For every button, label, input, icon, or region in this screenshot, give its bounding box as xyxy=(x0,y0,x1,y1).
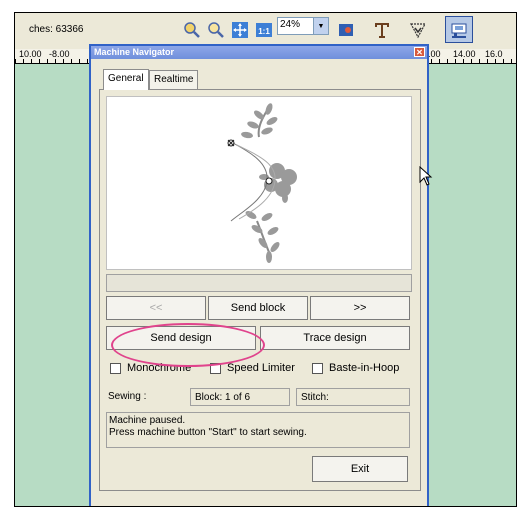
exit-button[interactable]: Exit xyxy=(312,456,408,482)
status-line: Press machine button "Start" to start se… xyxy=(109,427,307,438)
ruler-label: 14.00 xyxy=(453,49,476,59)
machine-status-text: Machine paused. Press machine button "St… xyxy=(106,412,410,448)
send-block-button[interactable]: Send block xyxy=(208,296,308,320)
svg-text:1:1: 1:1 xyxy=(258,27,270,36)
chevron-down-icon[interactable]: ▼ xyxy=(313,18,328,34)
block-field: Block: 1 of 6 xyxy=(190,388,290,406)
annotation-highlight-ellipse xyxy=(111,323,265,367)
mouse-cursor-icon xyxy=(419,166,433,186)
checkbox-box[interactable] xyxy=(312,362,323,374)
tab-general[interactable]: General xyxy=(103,69,149,90)
actual-size-icon[interactable]: 1:1 xyxy=(253,19,275,41)
application-window: ches: 63366 1:1 24% ▼ 10.00 -8.00 2.00 1… xyxy=(14,12,517,507)
dialog-title: Machine Navigator xyxy=(94,47,175,57)
sewing-machine-icon[interactable] xyxy=(445,16,473,43)
zoom-out-icon[interactable] xyxy=(205,19,227,41)
general-tab-panel: << Send block >> Send design Trace desig… xyxy=(99,89,421,491)
previous-block-button[interactable]: << xyxy=(106,296,206,320)
sewing-label: Sewing : xyxy=(108,391,147,402)
next-block-button[interactable]: >> xyxy=(310,296,410,320)
zoom-value: 24% xyxy=(280,19,301,30)
sewing-progress-bar xyxy=(106,274,412,292)
lasso-tool-icon[interactable] xyxy=(407,19,429,41)
ruler-label: 16.0 xyxy=(485,49,503,59)
machine-navigator-dialog: Machine Navigator ✕ General Realtime << … xyxy=(89,44,429,506)
checkbox-box[interactable] xyxy=(110,362,121,374)
zoom-in-icon[interactable] xyxy=(181,19,203,41)
design-preview xyxy=(106,96,412,270)
zoom-select[interactable]: 24% ▼ xyxy=(277,17,329,35)
text-tool-icon[interactable] xyxy=(371,19,393,41)
fit-icon[interactable] xyxy=(229,19,251,41)
redraw-icon[interactable] xyxy=(335,19,357,41)
ruler-label: -8.00 xyxy=(49,49,70,59)
ruler-label: 10.00 xyxy=(19,49,42,59)
trace-design-button[interactable]: Trace design xyxy=(260,326,410,350)
tab-realtime[interactable]: Realtime xyxy=(149,70,199,89)
checkbox-label: Baste-in-Hoop xyxy=(329,362,400,374)
close-icon[interactable]: ✕ xyxy=(414,47,425,57)
stitch-count-readout: ches: 63366 xyxy=(29,24,84,35)
status-line: Machine paused. xyxy=(109,415,186,426)
checkbox-label: Speed Limiter xyxy=(227,362,295,374)
baste-in-hoop-checkbox[interactable]: Baste-in-Hoop xyxy=(312,362,399,374)
dialog-titlebar[interactable]: Machine Navigator ✕ xyxy=(91,46,427,59)
stitch-field: Stitch: xyxy=(296,388,410,406)
embroidery-design-image xyxy=(227,103,297,263)
